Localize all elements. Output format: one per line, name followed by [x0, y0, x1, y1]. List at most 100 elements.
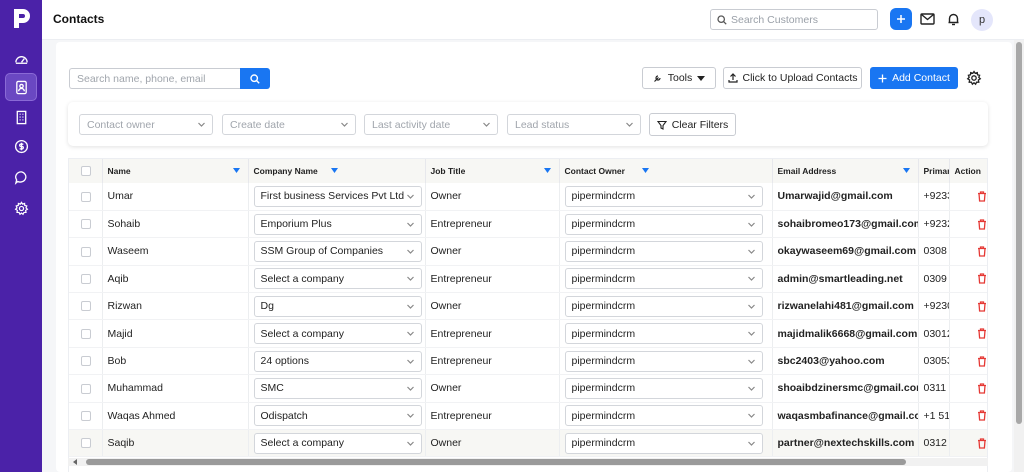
contacts-icon[interactable]	[5, 73, 37, 101]
delete-button[interactable]	[955, 328, 988, 339]
horizontal-scroll-thumb[interactable]	[86, 459, 906, 465]
dashboard-icon[interactable]	[5, 45, 37, 73]
table-row[interactable]: Rizwan Dg Owner pipermindcrm rizwanelahi481@…	[69, 292, 988, 321]
user-avatar[interactable]: p	[971, 9, 993, 31]
sort-caret-icon[interactable]	[232, 168, 240, 173]
select-all-checkbox[interactable]	[81, 166, 91, 177]
table-row[interactable]: Bob 24 options Entrepreneur pipermindcrm sbc…	[69, 347, 988, 376]
col-header-phone[interactable]: Primar	[918, 159, 950, 183]
sort-caret-icon[interactable]	[330, 168, 338, 173]
add-contact-button[interactable]: Add Contact	[870, 67, 958, 89]
trash-icon[interactable]	[977, 301, 987, 312]
row-checkbox[interactable]	[81, 191, 91, 202]
row-checkbox[interactable]	[81, 438, 91, 449]
company-select[interactable]: Select a company	[253, 432, 422, 454]
contact-owner-select[interactable]: pipermindcrm	[564, 405, 763, 427]
vertical-scrollbar[interactable]	[1014, 40, 1024, 472]
scroll-left-arrow-icon[interactable]	[72, 459, 78, 465]
delete-button[interactable]	[955, 410, 988, 421]
table-row[interactable]: Waqas Ahmed Odispatch Entrepreneur pipermin…	[69, 402, 988, 431]
contact-search-field[interactable]	[69, 68, 241, 89]
col-header-job-title[interactable]: Job Title	[425, 159, 560, 183]
settings-gear-icon[interactable]	[5, 194, 37, 222]
delete-button[interactable]	[955, 301, 988, 312]
row-checkbox[interactable]	[81, 328, 91, 339]
table-row[interactable]: Saqib Select a company Owner pipermindcrm pa…	[69, 429, 988, 458]
row-checkbox[interactable]	[81, 356, 91, 367]
quick-add-button[interactable]	[890, 8, 912, 30]
contact-name[interactable]: Bob	[102, 347, 249, 376]
company-select[interactable]: Dg	[253, 295, 422, 317]
bell-icon[interactable]	[945, 11, 961, 27]
delete-button[interactable]	[955, 438, 988, 449]
last-activity-filter[interactable]: Last activity date	[364, 114, 498, 135]
col-header-email[interactable]: Email Address	[772, 159, 919, 183]
company-select[interactable]: Select a company	[253, 323, 422, 345]
table-row[interactable]: Umar First business Services Pvt Ltd Owner…	[69, 183, 988, 211]
vertical-scroll-thumb[interactable]	[1016, 42, 1022, 424]
mail-icon[interactable]	[919, 11, 935, 27]
delete-button[interactable]	[955, 355, 988, 367]
search-customers-field[interactable]	[710, 9, 878, 30]
delete-button[interactable]	[955, 273, 988, 285]
contact-owner-select[interactable]: pipermindcrm	[564, 295, 763, 317]
pipermind-logo[interactable]	[9, 6, 33, 30]
row-checkbox[interactable]	[81, 411, 91, 422]
table-row[interactable]: Waseem SSM Group of Companies Owner pipermi…	[69, 237, 988, 266]
col-header-company[interactable]: Company Name	[248, 159, 426, 183]
delete-button[interactable]	[955, 246, 988, 257]
contact-name[interactable]: Muhammad	[102, 374, 249, 403]
contact-name[interactable]: Waseem	[102, 237, 249, 266]
row-checkbox[interactable]	[81, 274, 91, 285]
trash-icon[interactable]	[977, 383, 987, 394]
trash-icon[interactable]	[977, 328, 987, 339]
chat-icon[interactable]	[5, 163, 37, 191]
company-select[interactable]: 24 options	[253, 350, 422, 372]
table-row[interactable]: Sohaib Emporium Plus Entrepreneur pipermind…	[69, 210, 988, 239]
company-select[interactable]: Odispatch	[253, 405, 422, 427]
company-select[interactable]: Select a company	[253, 268, 422, 290]
contact-owner-select[interactable]: pipermindcrm	[564, 240, 763, 262]
table-settings-gear-icon[interactable]	[966, 70, 982, 86]
contact-owner-select[interactable]: pipermindcrm	[564, 323, 763, 345]
contact-search-button[interactable]	[240, 68, 270, 89]
companies-icon[interactable]	[5, 103, 37, 131]
contact-owner-select[interactable]: pipermindcrm	[564, 213, 763, 235]
company-select[interactable]: Emporium Plus	[253, 213, 422, 235]
col-header-owner[interactable]: Contact Owner	[559, 159, 773, 183]
row-checkbox[interactable]	[81, 383, 91, 394]
trash-icon[interactable]	[977, 438, 987, 449]
contact-name[interactable]: Waqas Ahmed	[102, 402, 249, 431]
lead-status-filter[interactable]: Lead status	[507, 114, 641, 135]
horizontal-scrollbar[interactable]	[68, 458, 988, 466]
trash-icon[interactable]	[977, 191, 987, 202]
search-customers-input[interactable]	[731, 13, 871, 26]
contact-owner-filter[interactable]: Contact owner	[79, 114, 213, 135]
contact-owner-select[interactable]: pipermindcrm	[564, 268, 763, 290]
trash-icon[interactable]	[977, 410, 987, 421]
contact-name[interactable]: Majid	[102, 319, 249, 348]
delete-button[interactable]	[955, 191, 988, 202]
col-header-name[interactable]: Name	[102, 159, 249, 183]
deals-dollar-icon[interactable]	[5, 132, 37, 160]
contact-owner-select[interactable]: pipermindcrm	[564, 350, 763, 372]
tools-button[interactable]: Tools	[642, 67, 716, 89]
sort-caret-icon[interactable]	[543, 168, 551, 173]
table-row[interactable]: Muhammad SMC Owner pipermindcrm shoaibdziner…	[69, 374, 987, 403]
contact-search-input[interactable]	[70, 69, 241, 88]
contact-owner-select[interactable]: pipermindcrm	[564, 432, 763, 454]
create-date-filter[interactable]: Create date	[222, 114, 356, 135]
row-checkbox[interactable]	[81, 246, 91, 257]
contact-owner-select[interactable]: pipermindcrm	[564, 377, 763, 399]
delete-button[interactable]	[955, 218, 988, 230]
table-row[interactable]: Majid Select a company Entrepreneur pipermi…	[69, 319, 988, 348]
contact-name[interactable]: Rizwan	[102, 292, 249, 321]
row-checkbox[interactable]	[81, 219, 91, 230]
contact-name[interactable]: Sohaib	[102, 210, 249, 239]
company-select[interactable]: SSM Group of Companies	[253, 240, 422, 262]
table-row[interactable]: Aqib Select a company Entrepreneur pipermin…	[69, 265, 988, 294]
contact-name[interactable]: Umar	[102, 183, 249, 211]
company-select[interactable]: First business Services Pvt Ltd	[253, 185, 422, 207]
row-checkbox[interactable]	[81, 301, 91, 312]
contact-owner-select[interactable]: pipermindcrm	[564, 185, 763, 207]
